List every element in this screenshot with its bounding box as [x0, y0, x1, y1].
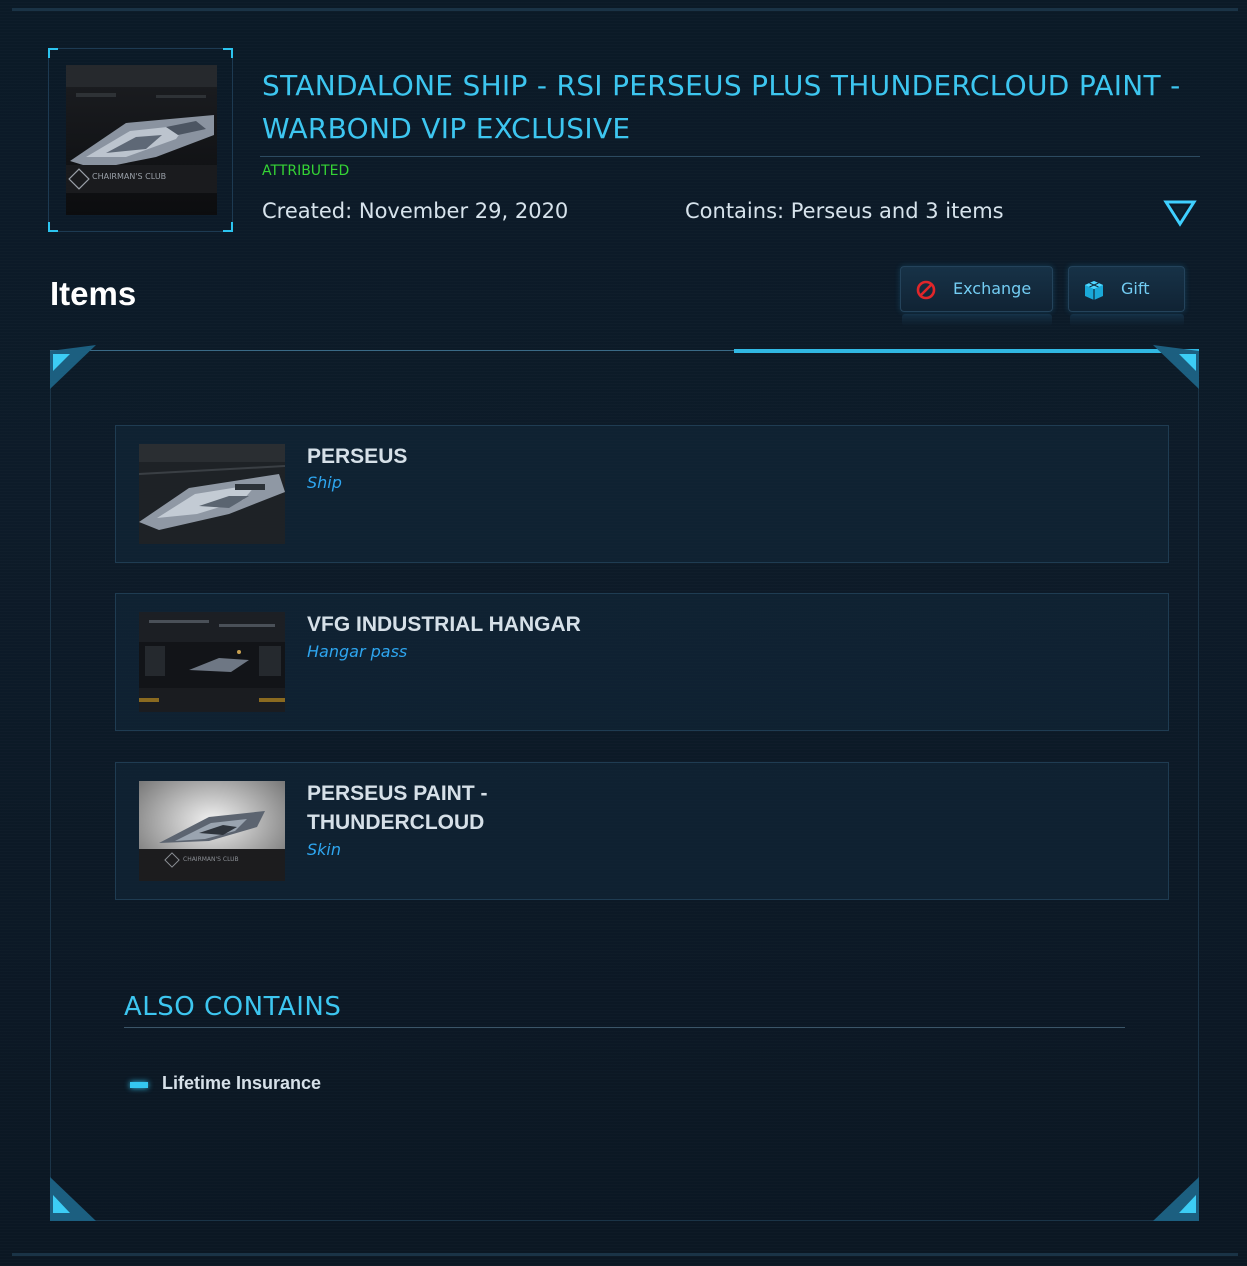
item-thumbnail — [139, 612, 285, 712]
exchange-button-reflection — [902, 314, 1052, 326]
bottom-divider — [12, 1253, 1238, 1256]
gift-label: Gift — [1121, 279, 1150, 298]
item-type: Hangar pass — [307, 642, 408, 661]
item-card-paint[interactable]: CHAIRMAN'S CLUB PERSEUS PAINT - THUNDERC… — [115, 762, 1169, 900]
item-thumbnail: CHAIRMAN'S CLUB — [139, 781, 285, 881]
bullet-icon — [130, 1082, 148, 1088]
corner-ornament-top-right — [1153, 345, 1199, 389]
gift-box-icon — [1083, 279, 1105, 301]
corner-ornament-bottom-right — [1153, 1177, 1199, 1221]
title-divider — [260, 156, 1200, 157]
item-card-hangar[interactable]: VFG INDUSTRIAL HANGAR Hangar pass — [115, 593, 1169, 731]
pledge-thumbnail: CHAIRMAN'S CLUB — [66, 65, 217, 215]
also-contains-divider — [124, 1027, 1125, 1028]
item-type: Ship — [307, 473, 342, 492]
paint-thumbnail-caption: CHAIRMAN'S CLUB — [183, 856, 239, 863]
gift-button-reflection — [1070, 314, 1184, 326]
exchange-button[interactable]: Exchange — [900, 266, 1053, 312]
contains-summary: Contains: Perseus and 3 items — [685, 199, 1004, 223]
expand-toggle-button[interactable] — [1162, 196, 1198, 230]
item-name: PERSEUS — [307, 445, 408, 468]
corner-ornament-bottom-left — [50, 1177, 96, 1221]
created-date: Created: November 29, 2020 — [262, 199, 569, 223]
item-type: Skin — [307, 840, 342, 859]
status-badge: ATTRIBUTED — [262, 163, 350, 179]
triangle-down-icon — [1163, 200, 1197, 227]
exchange-label: Exchange — [953, 279, 1032, 298]
thumbnail-caption: CHAIRMAN'S CLUB — [92, 172, 166, 181]
corner-ornament-top-left — [50, 345, 96, 389]
pledge-page: CHAIRMAN'S CLUB STANDALONE SHIP - RSI PE… — [0, 0, 1247, 1266]
item-name: PERSEUS PAINT - THUNDERCLOUD — [307, 782, 488, 834]
top-divider — [12, 8, 1238, 11]
pledge-title: STANDALONE SHIP - RSI PERSEUS PLUS THUND… — [262, 69, 1181, 145]
gift-button[interactable]: Gift — [1068, 266, 1185, 312]
item-card-perseus[interactable]: PERSEUS Ship — [115, 425, 1169, 563]
also-contains-item: Lifetime Insurance — [162, 1073, 322, 1093]
item-name: VFG INDUSTRIAL HANGAR — [307, 613, 581, 636]
pledge-thumbnail-frame: CHAIRMAN'S CLUB — [48, 48, 233, 232]
no-entry-icon — [915, 279, 937, 301]
items-heading: Items — [50, 275, 137, 312]
also-contains-heading: ALSO CONTAINS — [124, 992, 342, 1022]
item-thumbnail — [139, 444, 285, 544]
